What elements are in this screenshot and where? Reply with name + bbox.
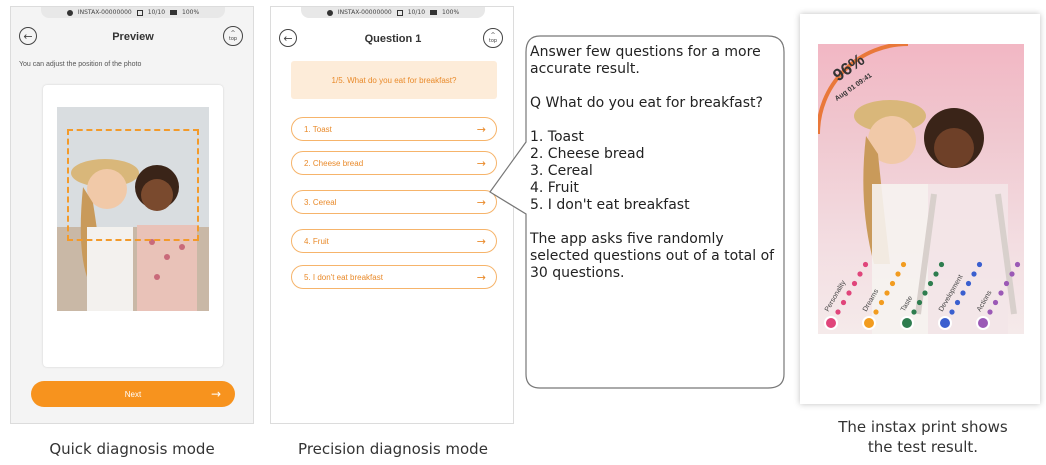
arrow-right-icon: →	[476, 122, 486, 136]
meter-dot	[927, 280, 934, 287]
meter-dot	[900, 261, 907, 268]
next-button-label: Next	[124, 389, 142, 399]
arrow-left-icon: ←	[283, 31, 293, 45]
film-icon	[136, 9, 143, 16]
answer-option-3[interactable]: 3. Cereal →	[291, 190, 497, 214]
page-title: Preview	[112, 31, 154, 43]
device-status-bar: INSTAX-00000000 10/10 100%	[41, 7, 225, 18]
meter-dot	[851, 280, 858, 287]
meter-dot	[992, 299, 999, 306]
arrow-left-icon: ←	[23, 29, 33, 43]
precision-mode-caption: Precision diagnosis mode	[298, 440, 488, 458]
callout-options: 1. Toast 2. Cheese bread 3. Cereal 4. Fr…	[530, 129, 782, 214]
film-count: 10/10	[407, 9, 426, 16]
top-button-label: top	[228, 35, 238, 42]
dreams-icon	[862, 316, 876, 330]
arrow-right-icon: →	[476, 156, 486, 170]
answer-option-4[interactable]: 4. Fruit →	[291, 229, 497, 253]
top-button[interactable]: ^ top	[223, 26, 243, 46]
device-id: INSTAX-00000000	[337, 9, 392, 16]
personality-icon	[824, 316, 838, 330]
device-icon	[66, 9, 73, 16]
device-id: INSTAX-00000000	[77, 9, 132, 16]
answer-label: 4. Fruit	[304, 236, 329, 246]
taste-icon	[900, 316, 914, 330]
callout-text: Answer few questions for a more accurate…	[530, 44, 782, 299]
callout-option: 2. Cheese bread	[530, 146, 645, 162]
meter-dot	[1009, 271, 1015, 277]
callout-question: Q What do you eat for breakfast?	[530, 95, 763, 111]
development-icon	[938, 316, 952, 330]
meter-dot	[835, 309, 841, 315]
callout-option: 1. Toast	[530, 129, 584, 145]
battery-level: 100%	[182, 9, 200, 16]
instax-print: 96% Aug 01 09:41 Personality Dreams Tast…	[800, 14, 1040, 404]
device-icon	[326, 9, 333, 16]
meter-dot	[846, 290, 852, 296]
meter-dot	[933, 271, 939, 277]
arrow-right-icon: →	[210, 387, 221, 401]
page-title: Question 1	[364, 33, 422, 45]
meter-dot	[949, 309, 955, 315]
photo-preview-card	[43, 85, 223, 367]
meter-dot	[998, 290, 1004, 296]
meter-dot	[965, 280, 972, 287]
print-caption-line1: The instax print shows	[838, 418, 1008, 436]
callout-intro: Answer few questions for a more accurate…	[530, 44, 761, 77]
position-hint: You can adjust the position of the photo	[19, 61, 142, 68]
callout-option: 4. Fruit	[530, 180, 579, 196]
answer-label: 5. I don't eat breakfast	[304, 272, 383, 282]
meter-dot	[884, 290, 890, 296]
battery-level: 100%	[442, 9, 460, 16]
meter-dot	[911, 309, 917, 315]
answer-option-2[interactable]: 2. Cheese bread →	[291, 151, 497, 175]
quick-mode-caption: Quick diagnosis mode	[49, 440, 215, 458]
meter-dot	[954, 299, 961, 306]
print-caption-line2: the test result.	[867, 438, 979, 456]
preview-photo[interactable]	[57, 107, 209, 311]
meter-dot	[987, 309, 993, 315]
meter-dot	[922, 290, 928, 296]
answer-label: 3. Cereal	[304, 197, 337, 207]
battery-icon	[430, 10, 438, 15]
meter-dot	[862, 261, 869, 268]
quick-mode-screen: INSTAX-00000000 10/10 100% ← Preview ^ t…	[10, 6, 254, 424]
meter-dot	[878, 299, 885, 306]
answer-option-5[interactable]: 5. I don't eat breakfast →	[291, 265, 497, 289]
next-button[interactable]: Next →	[31, 381, 235, 407]
precision-mode-screen: INSTAX-00000000 10/10 100% ← Question 1 …	[270, 6, 514, 424]
arrow-right-icon: →	[476, 195, 486, 209]
meter-dot	[960, 290, 966, 296]
device-status-bar: INSTAX-00000000 10/10 100%	[301, 7, 485, 18]
meter-dot	[857, 271, 863, 277]
meter-dot	[889, 280, 896, 287]
answer-label: 2. Cheese bread	[304, 158, 364, 168]
film-icon	[396, 9, 403, 16]
meter-dot	[1014, 261, 1021, 268]
meter-dot	[895, 271, 901, 277]
meter-dot	[1003, 280, 1010, 287]
arrow-right-icon: →	[476, 270, 486, 284]
answer-label: 1. Toast	[304, 124, 332, 134]
callout-option: 3. Cereal	[530, 163, 593, 179]
meter-dot	[873, 309, 879, 315]
meter-dot	[840, 299, 847, 306]
answer-option-1[interactable]: 1. Toast →	[291, 117, 497, 141]
crop-frame[interactable]	[67, 129, 199, 241]
callout-option: 5. I don't eat breakfast	[530, 197, 690, 213]
battery-icon	[170, 10, 178, 15]
meter-dot	[916, 299, 923, 306]
category-meters	[835, 261, 1021, 315]
back-button[interactable]: ←	[19, 27, 37, 45]
meter-dot	[971, 271, 977, 277]
question-text: 1/5. What do you eat for breakfast?	[291, 61, 497, 99]
callout-outro: The app asks five randomly selected ques…	[530, 231, 775, 281]
meter-dot	[976, 261, 983, 268]
film-count: 10/10	[147, 9, 166, 16]
back-button[interactable]: ←	[279, 29, 297, 47]
meter-dot	[938, 261, 945, 268]
arrow-right-icon: →	[476, 234, 486, 248]
print-photo: 96% Aug 01 09:41 Personality Dreams Tast…	[818, 44, 1024, 334]
actions-icon	[976, 316, 990, 330]
